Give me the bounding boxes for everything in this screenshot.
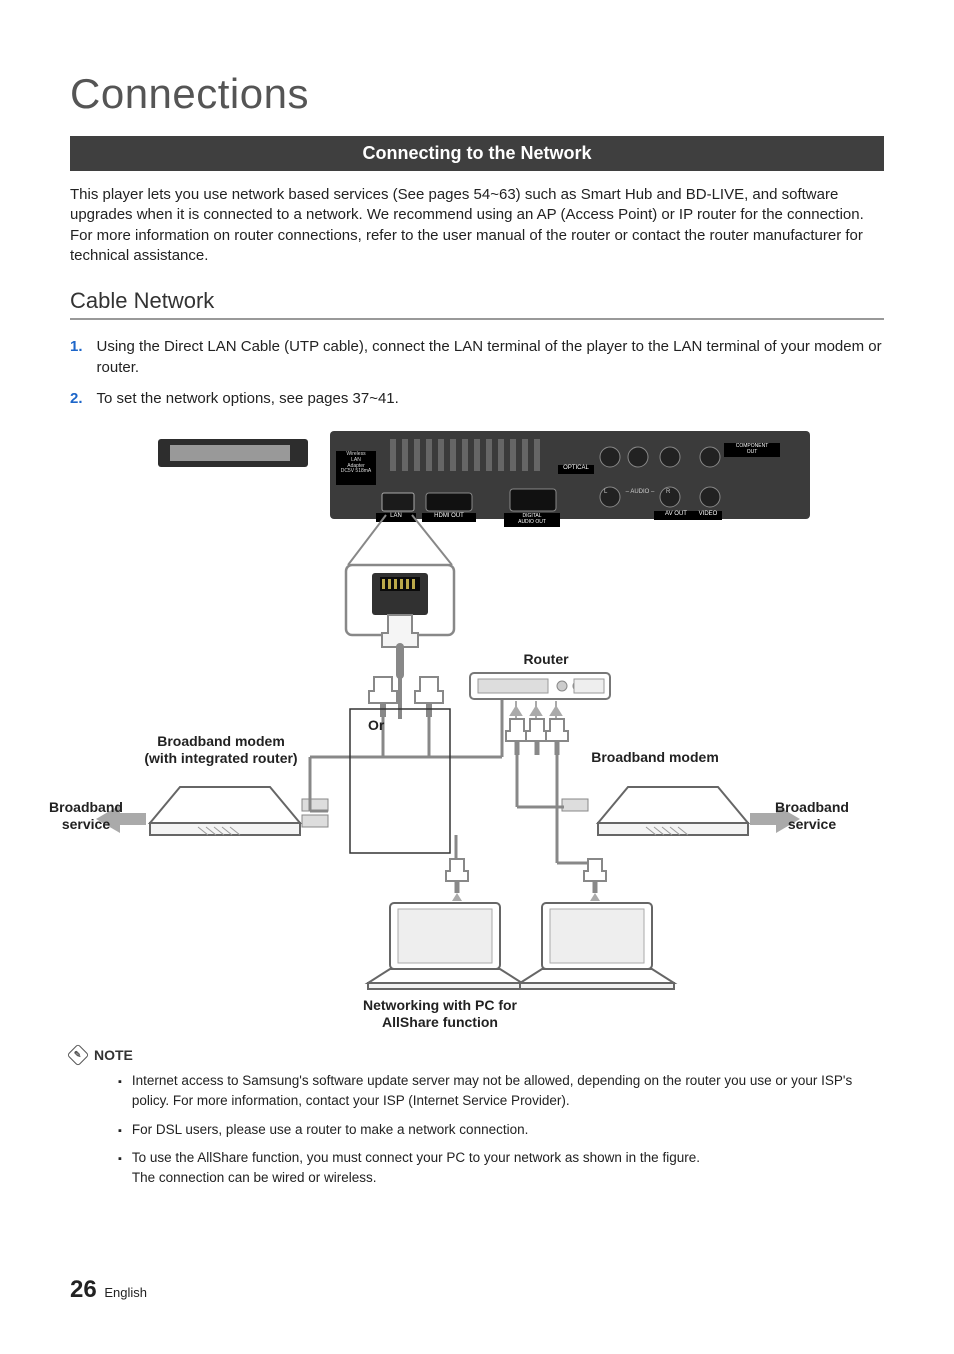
or-label: Or: [368, 717, 384, 734]
footer-lang: English: [104, 1285, 147, 1300]
subheading: Cable Network: [70, 288, 884, 314]
page-number: 26: [70, 1276, 97, 1303]
note-text: To use the AllShare function, you must c…: [132, 1148, 700, 1189]
bullet-icon: ▪: [118, 1071, 122, 1112]
digital-audio-label: DIGITAL AUDIO OUT: [504, 514, 560, 525]
note-text: For DSL users, please use a router to ma…: [132, 1120, 528, 1140]
note-text: Internet access to Samsung's software up…: [132, 1071, 884, 1112]
avout-label: AV OUT: [654, 511, 698, 517]
note-item: ▪ For DSL users, please use a router to m…: [118, 1120, 884, 1140]
wlan-adapter-label: Wireless LAN Adapter DC5V 518mA: [337, 452, 375, 475]
notes-list: ▪Internet access to Samsung's software u…: [118, 1071, 884, 1188]
audio-lr-label: – AUDIO –: [618, 489, 662, 495]
note-heading-row: ✎ NOTE: [70, 1047, 884, 1063]
bullet-icon: ▪: [118, 1148, 122, 1189]
video-label: VIDEO: [694, 511, 722, 517]
router-label: Router: [506, 651, 586, 668]
step-number: 2.: [70, 388, 83, 409]
step-number: 1.: [70, 336, 83, 378]
diagram-svg: [70, 419, 884, 1039]
page-title: Connections: [70, 70, 884, 118]
modem-integrated-label: Broadband modem (with integrated router): [136, 733, 306, 767]
pc-caption-label: Networking with PC for AllShare function: [330, 997, 550, 1031]
step-2: 2. To set the network options, see pages…: [70, 388, 884, 409]
modem-plain-label: Broadband modem: [570, 749, 740, 766]
optical-label: OPTICAL: [558, 465, 594, 471]
hdmi-label: HDMI OUT: [422, 513, 476, 519]
component-label: COMPONENT OUT: [724, 444, 780, 455]
subheading-divider: Cable Network: [70, 288, 884, 320]
step-1: 1. Using the Direct LAN Cable (UTP cable…: [70, 336, 884, 378]
section-banner: Connecting to the Network: [70, 136, 884, 171]
note-icon: ✎: [67, 1044, 90, 1067]
bullet-icon: ▪: [118, 1120, 122, 1140]
broadband-right-label: Broadband service: [752, 799, 872, 833]
step-text: Using the Direct LAN Cable (UTP cable), …: [97, 336, 884, 378]
intro-paragraph: This player lets you use network based s…: [70, 185, 884, 266]
note-item: ▪To use the AllShare function, you must …: [118, 1148, 884, 1189]
lan-port-label: LAN: [376, 513, 416, 519]
note-heading: NOTE: [94, 1047, 133, 1063]
network-diagram: Wireless LAN Adapter DC5V 518mA LAN HDMI…: [70, 419, 884, 1039]
broadband-left-label: Broadband service: [26, 799, 146, 833]
note-item: ▪Internet access to Samsung's software u…: [118, 1071, 884, 1112]
page-footer: 26 English: [70, 1276, 147, 1304]
audio-r-label: R: [666, 489, 670, 495]
step-text: To set the network options, see pages 37…: [97, 388, 884, 409]
audio-l-label: L: [604, 489, 607, 495]
